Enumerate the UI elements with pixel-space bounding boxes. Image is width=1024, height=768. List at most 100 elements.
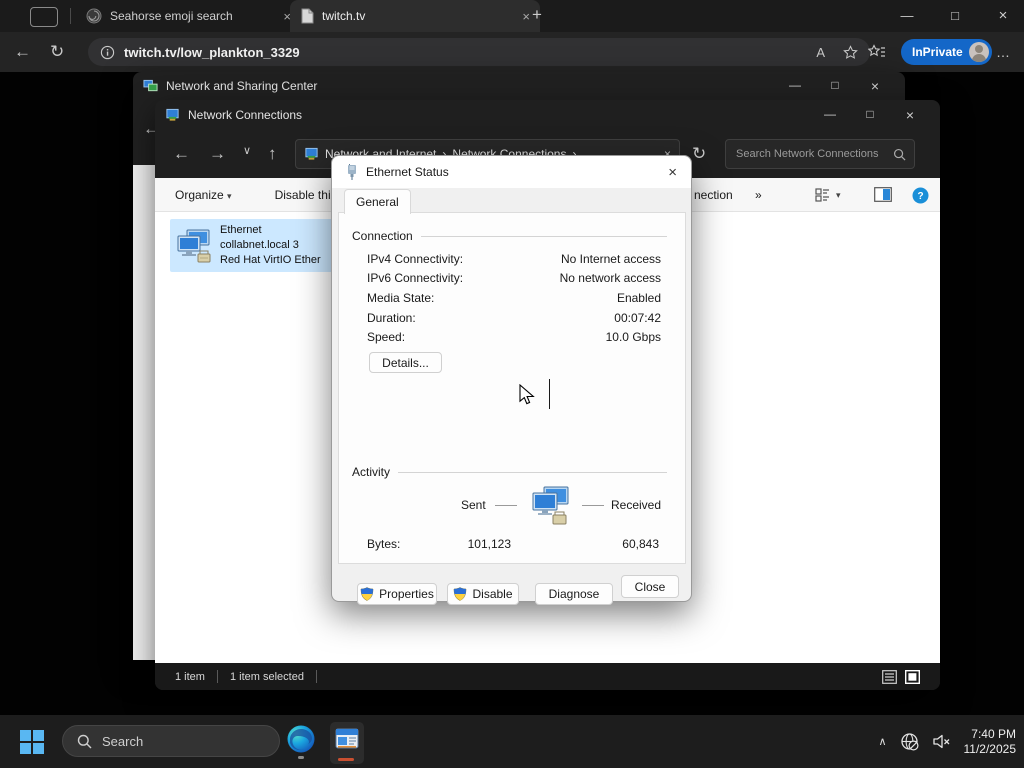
- network-connections-app-icon: [335, 728, 359, 749]
- favorite-star-icon[interactable]: [843, 44, 858, 60]
- help-icon[interactable]: ?: [912, 187, 929, 204]
- connection-row: Duration: 00:07:42: [367, 308, 661, 328]
- search-icon[interactable]: [893, 148, 906, 161]
- nc-window-title: Network Connections: [188, 108, 303, 122]
- properties-label: Properties: [379, 587, 434, 601]
- tab-general[interactable]: General: [344, 189, 411, 214]
- dialog-close-icon[interactable]: ×: [668, 164, 677, 181]
- status-separator: [216, 670, 218, 683]
- tray-date: 11/2/2025: [963, 741, 1017, 756]
- nsc-minimize-button[interactable]: —: [775, 78, 815, 94]
- connection-name: Ethernet: [220, 224, 262, 236]
- taskbar-search-label: Search: [102, 733, 144, 749]
- tab-separator: [70, 8, 71, 24]
- tab-twitch[interactable]: twitch.tv ×: [290, 0, 540, 32]
- tab-close-icon[interactable]: ×: [522, 9, 530, 24]
- browser-close-button[interactable]: ×: [980, 0, 1024, 30]
- sent-dash: [495, 505, 517, 506]
- nc-back-icon[interactable]: ←: [173, 145, 190, 162]
- item-count: 1 item: [175, 670, 205, 683]
- read-aloud-icon[interactable]: A: [816, 45, 825, 60]
- start-button-icon[interactable]: [19, 729, 45, 755]
- inprivate-badge[interactable]: InPrivate: [901, 39, 992, 65]
- browser-refresh-icon[interactable]: ↻: [50, 43, 64, 60]
- nsc-close-button[interactable]: ×: [855, 78, 895, 94]
- browser-menu-icon[interactable]: …: [996, 44, 1011, 60]
- uac-shield-icon: [454, 587, 467, 601]
- swirl-favicon: [86, 8, 102, 24]
- profile-avatar[interactable]: [968, 42, 989, 62]
- screen: Seahorse emoji search × twitch.tv × + — …: [0, 0, 1024, 768]
- nc-window-icon: [166, 108, 179, 121]
- new-tab-button[interactable]: +: [532, 5, 542, 25]
- system-tray: ∧ 7:40 PM 11/2/2025: [878, 715, 1016, 768]
- connection-row: IPv6 Connectivity: No network access: [367, 269, 661, 289]
- nc-refresh-icon[interactable]: ↻: [692, 145, 706, 162]
- tab-actions-icon[interactable]: [30, 7, 58, 27]
- selected-count: 1 item selected: [229, 670, 304, 683]
- taskbar-search-box[interactable]: Search: [62, 725, 280, 757]
- group-rule: [420, 235, 667, 237]
- taskbar-clock[interactable]: 7:40 PM 11/2/2025: [964, 727, 1017, 757]
- preview-pane-icon[interactable]: [874, 187, 892, 202]
- more-commands-icon[interactable]: »: [755, 188, 762, 202]
- view-options-caret-icon[interactable]: ▾: [836, 190, 841, 201]
- document-favicon: [301, 8, 314, 24]
- properties-button[interactable]: Properties: [357, 583, 437, 605]
- row-label: IPv4 Connectivity:: [367, 251, 464, 266]
- taskbar-network-connections-app[interactable]: [330, 722, 364, 764]
- ethernet-connection-item[interactable]: Ethernet collabnet.local 3 Red Hat VirtI…: [170, 219, 340, 272]
- row-value: 10.0 Gbps: [605, 330, 661, 345]
- uac-shield-icon: [360, 587, 374, 601]
- close-button[interactable]: Close: [621, 575, 679, 598]
- organize-menu[interactable]: Organize ▾: [175, 188, 232, 202]
- disable-button[interactable]: Disable: [447, 583, 519, 605]
- favorites-bar-icon[interactable]: [868, 44, 886, 60]
- address-bar[interactable]: twitch.tv/low_plankton_3329 A: [88, 38, 870, 66]
- nc-minimize-button[interactable]: —: [810, 107, 850, 123]
- network-no-internet-icon[interactable]: [900, 732, 919, 751]
- diagnose-button[interactable]: Diagnose: [535, 583, 613, 605]
- nc-maximize-button[interactable]: □: [850, 107, 890, 123]
- volume-muted-icon[interactable]: [932, 733, 951, 750]
- taskbar-edge-app[interactable]: [286, 724, 320, 762]
- browser-restore-button[interactable]: □: [932, 0, 978, 30]
- row-label: Media State:: [367, 290, 435, 305]
- nc-title-bar: Network Connections — □ ×: [155, 100, 940, 130]
- connection-network: collabnet.local 3: [220, 239, 299, 251]
- rj45-plug-shape: [197, 250, 211, 262]
- row-label: Duration:: [367, 310, 416, 325]
- nc-up-icon[interactable]: ↑: [268, 145, 277, 162]
- view-options-icon[interactable]: [815, 187, 831, 203]
- sent-label: Sent: [461, 498, 486, 512]
- disable-label: Disable: [472, 587, 513, 601]
- ethernet-adapter-icon: [177, 229, 211, 262]
- browser-minimize-button[interactable]: —: [884, 0, 930, 30]
- received-dash: [582, 505, 604, 506]
- row-label: IPv6 Connectivity:: [367, 271, 464, 286]
- tray-overflow-chevron-icon[interactable]: ∧: [878, 735, 886, 748]
- details-view-icon[interactable]: [882, 669, 897, 684]
- dialog-tab-page: Connection IPv4 Connectivity: No Internet…: [338, 212, 686, 605]
- details-button[interactable]: Details...: [369, 352, 442, 373]
- browser-back-icon[interactable]: ←: [14, 43, 31, 60]
- bytes-sent-value: 101,123: [467, 537, 511, 551]
- nc-search-input[interactable]: [734, 147, 893, 161]
- active-app-indicator: [338, 758, 354, 761]
- status-separator: [315, 670, 317, 683]
- nsc-maximize-button[interactable]: □: [815, 78, 855, 94]
- site-info-icon[interactable]: [100, 45, 115, 60]
- svg-text:?: ?: [917, 191, 923, 202]
- activity-group-header: Activity: [352, 465, 667, 479]
- taskbar: Search ∧ 7:40 PM 11/2/2025: [0, 715, 1024, 768]
- connection-command-fragment[interactable]: nection: [694, 188, 733, 202]
- nc-forward-icon[interactable]: →: [209, 145, 226, 162]
- nc-search-box[interactable]: [725, 139, 915, 169]
- tab-seahorse[interactable]: Seahorse emoji search ×: [76, 0, 301, 32]
- browser-tab-bar: Seahorse emoji search × twitch.tv × + — …: [0, 0, 1024, 32]
- nc-close-button[interactable]: ×: [890, 107, 930, 123]
- thumbnail-view-icon[interactable]: [905, 669, 920, 684]
- organize-caret-icon: ▾: [227, 190, 232, 201]
- nc-recent-chevron-icon[interactable]: ∨: [243, 146, 251, 157]
- group-rule: [398, 471, 667, 473]
